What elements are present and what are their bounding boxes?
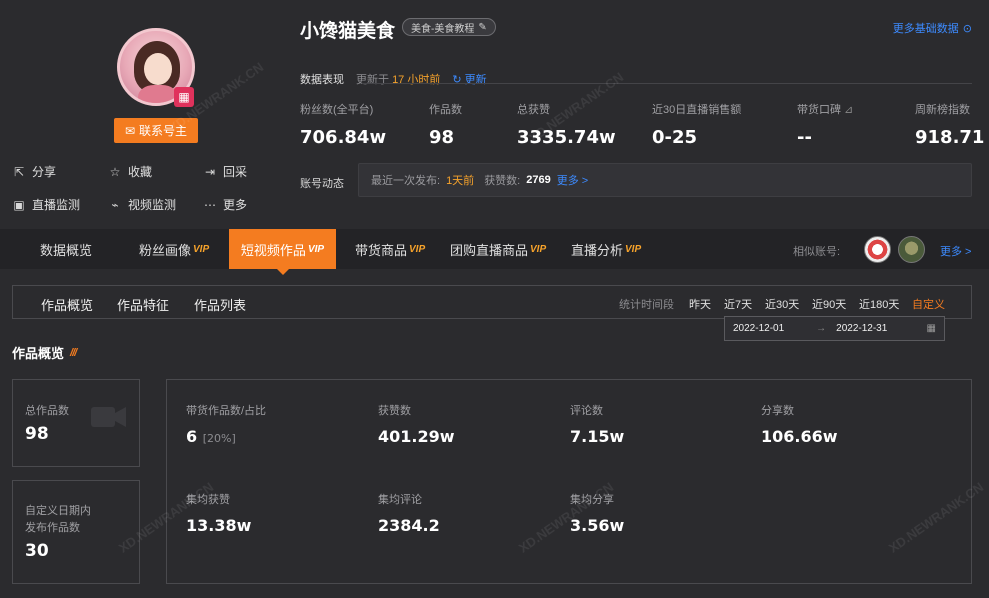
subtab-works-list[interactable]: 作品列表: [194, 295, 246, 314]
tab-group-live-goods[interactable]: 团购直播商品 VIP: [450, 229, 546, 269]
trend-icon: ⊿: [844, 104, 854, 116]
star-icon: ☆: [109, 164, 121, 179]
tab-short-video[interactable]: 短视频作品 VIP: [229, 229, 336, 269]
edit-icon: ✎: [478, 21, 487, 33]
tv-icon: ▣: [13, 197, 25, 212]
favorite-action[interactable]: ☆ 收藏: [108, 163, 152, 180]
tab-fan-profile[interactable]: 粉丝画像 VIP: [139, 229, 209, 269]
qr-code-icon[interactable]: ▦: [174, 87, 194, 107]
subtab-works-overview[interactable]: 作品概览: [41, 295, 93, 314]
camera-icon: [91, 407, 126, 427]
arrow-right-icon: →: [816, 323, 827, 334]
metric-shares: 分享数 106.66w: [761, 405, 838, 446]
subtab-works-features[interactable]: 作品特征: [117, 295, 169, 314]
section-title: 作品概览 ///: [12, 346, 77, 361]
metric-avg-comments: 集均评论 2384.2: [378, 494, 440, 535]
share-icon: ⇱: [13, 164, 25, 179]
more-basic-data-link[interactable]: 更多基础数据 ⊙: [893, 20, 972, 36]
live-monitor-action[interactable]: ▣ 直播监测: [12, 196, 80, 213]
stat-works: 作品数 98: [429, 104, 462, 148]
account-name: 小馋猫美食: [300, 21, 396, 42]
chevron-circle-icon: ⊙: [962, 22, 972, 35]
time-range-label: 统计时间段: [619, 299, 674, 311]
account-dynamics-label: 账号动态: [300, 178, 344, 190]
range-custom[interactable]: 自定义: [912, 296, 945, 312]
chat-icon: ✉: [124, 123, 136, 138]
more-action[interactable]: ⋯ 更多: [203, 196, 247, 213]
range-90d[interactable]: 近90天: [812, 296, 846, 312]
main-tab-bar: 数据概览 粉丝画像 VIP 短视频作品 VIP 带货商品 VIP 团购直播商品 VIP …: [0, 229, 989, 269]
tab-goods[interactable]: 带货商品 VIP: [355, 229, 425, 269]
range-30d[interactable]: 近30天: [765, 296, 799, 312]
metric-likes: 获赞数 401.29w: [378, 405, 455, 446]
range-7d[interactable]: 近7天: [724, 296, 752, 312]
stat-reputation: 带货口碑 ⊿ --: [797, 104, 854, 148]
stat-fans: 粉丝数(全平台) 706.84w: [300, 104, 387, 148]
date-range-picker[interactable]: 2022-12-01 → 2022-12-31 ▦: [724, 316, 945, 341]
similar-account-avatar[interactable]: [864, 236, 891, 263]
metric-comments: 评论数 7.15w: [570, 405, 625, 446]
refresh-button[interactable]: ↻ 更新: [452, 71, 486, 87]
dynamics-more-link[interactable]: 更多 >: [557, 172, 588, 188]
calendar-icon[interactable]: ▦: [927, 323, 936, 334]
works-metrics-card: 带货作品数/占比 6 [20%] 获赞数 401.29w 评论数 7.15w 分享数…: [166, 379, 972, 584]
date-start[interactable]: 2022-12-01: [733, 323, 784, 334]
account-dynamics-box: 最近一次发布: 1天前 获赞数: 2769 更多 >: [358, 163, 972, 197]
total-works-card: 总作品数 98: [12, 379, 140, 467]
data-performance-row: 数据表现 更新于 17 小时前 ↻ 更新: [300, 71, 487, 87]
login-icon: ⇥: [204, 164, 216, 179]
tab-overview[interactable]: 数据概览: [40, 229, 92, 269]
stat-weekly-index: 周新榜指数 918.71: [915, 104, 985, 148]
range-180d[interactable]: 近180天: [859, 296, 899, 312]
decorative-slashes-icon: ///: [70, 346, 77, 359]
chart-icon: ⌁: [111, 197, 119, 212]
recollect-action[interactable]: ⇥ 回采: [203, 163, 247, 180]
similar-account-avatar[interactable]: [898, 236, 925, 263]
range-yesterday[interactable]: 昨天: [689, 296, 711, 312]
more-similar-link[interactable]: 更多 >: [940, 243, 971, 259]
divider: [362, 83, 972, 84]
date-end[interactable]: 2022-12-31: [836, 323, 887, 334]
video-monitor-action[interactable]: ⌁ 视频监测: [108, 196, 176, 213]
stat-live-sales: 近30日直播销售额 0-25: [652, 104, 742, 148]
more-icon: ⋯: [204, 197, 216, 212]
metric-goods-works: 带货作品数/占比 6 [20%]: [186, 405, 267, 446]
tab-live-analysis[interactable]: 直播分析 VIP: [571, 229, 641, 269]
active-tab-pointer: [277, 269, 289, 275]
category-tag[interactable]: 美食-美食教程 ✎: [402, 18, 496, 36]
share-action[interactable]: ⇱ 分享: [12, 163, 56, 180]
similar-accounts-label: 相似账号:: [793, 246, 841, 258]
sub-nav: 作品概览 作品特征 作品列表 统计时间段 昨天 近7天 近30天 近90天 近1…: [12, 285, 972, 319]
custom-date-works-card: 自定义日期内 发布作品数 30: [12, 480, 140, 584]
